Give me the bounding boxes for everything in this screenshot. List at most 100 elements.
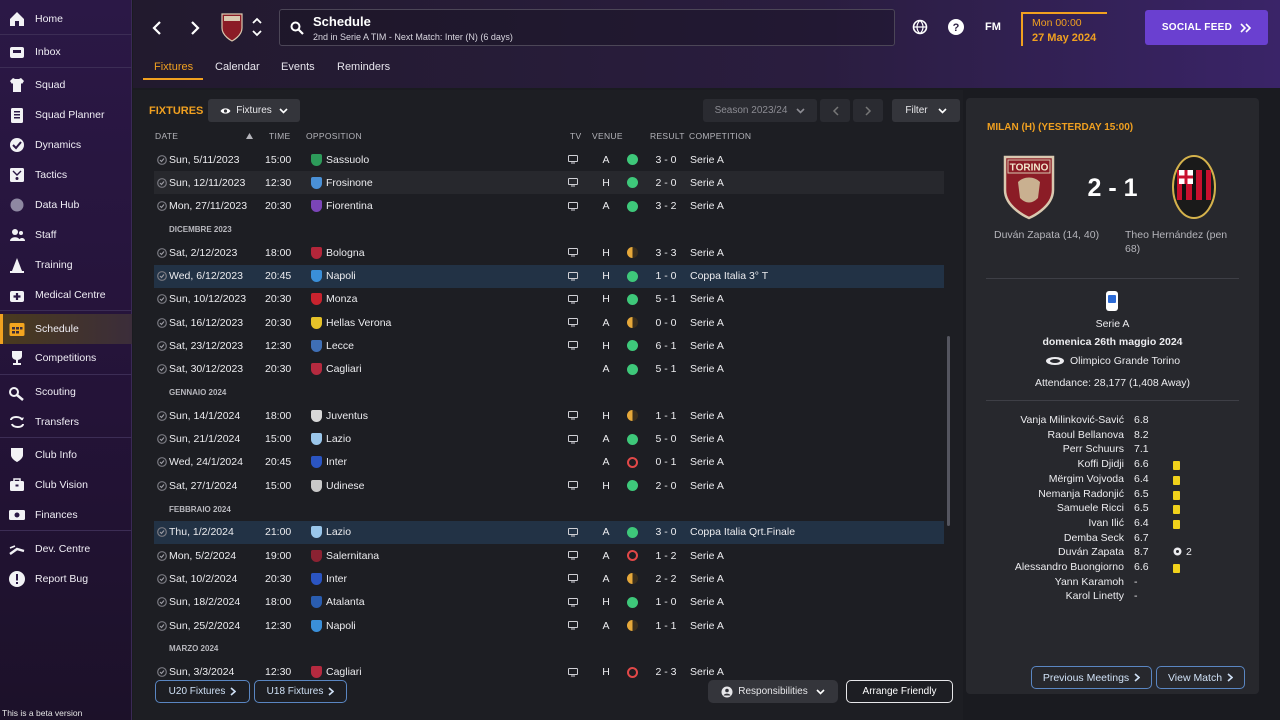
fixture-competition[interactable]: Serie A [690, 334, 724, 357]
fixture-competition[interactable]: Coppa Italia 3° T [690, 265, 768, 288]
sidebar-item-scouting[interactable]: Scouting [0, 378, 132, 406]
season-prev-button[interactable] [820, 99, 850, 122]
sidebar-item-staff[interactable]: Staff [0, 221, 132, 249]
fixture-row[interactable]: Sat, 2/12/2023 18:00 Bologna H 3 - 3 Serie A [154, 241, 944, 264]
fixture-row[interactable]: Sat, 10/2/2024 20:30 Inter A 2 - 2 Serie A [154, 567, 944, 590]
fixture-competition[interactable]: Serie A [690, 358, 724, 381]
fixture-row[interactable]: Thu, 1/2/2024 21:00 Lazio A 3 - 0 Coppa Itali… [154, 520, 944, 544]
sidebar-item-transfers[interactable]: Transfers [0, 408, 132, 436]
arrange-friendly-button[interactable]: Arrange Friendly [846, 680, 953, 703]
forward-button[interactable] [185, 16, 205, 40]
opponent-name[interactable]: Lecce [326, 334, 354, 357]
fixture-row[interactable]: Wed, 24/1/2024 20:45 Inter A 0 - 1 Serie A [154, 451, 944, 474]
season-dropdown[interactable]: Season 2023/24 [703, 99, 817, 122]
fixture-row[interactable]: Sun, 18/2/2024 18:00 Atalanta H 1 - 0 Serie A [154, 591, 944, 614]
fixture-result[interactable]: 3 - 0 [651, 148, 681, 171]
fixture-result[interactable]: 5 - 1 [651, 358, 681, 381]
player-name[interactable]: Demba Seck [966, 532, 1124, 544]
player-name[interactable]: Duván Zapata [966, 546, 1124, 558]
fixture-row[interactable]: Sun, 3/3/2024 12:30 Cagliari H 2 - 3 Serie A [154, 661, 944, 678]
fixture-result[interactable]: 1 - 0 [651, 591, 681, 614]
sidebar-item-schedule[interactable]: Schedule [0, 314, 132, 344]
opponent-name[interactable]: Cagliari [326, 358, 362, 381]
player-name[interactable]: Koffi Djidji [966, 458, 1125, 470]
u20-fixtures-button[interactable]: U20 Fixtures [155, 680, 250, 703]
opponent-name[interactable]: Juventus [326, 404, 368, 427]
season-next-button[interactable] [853, 99, 883, 122]
view-match-button[interactable]: View Match [1156, 666, 1245, 689]
tab-events[interactable]: Events [281, 61, 315, 73]
fixture-row[interactable]: Sun, 5/11/2023 15:00 Sassuolo A 3 - 0 Serie A [154, 148, 944, 171]
club-switch-button[interactable] [251, 14, 263, 40]
sidebar-item-competitions[interactable]: Competitions [0, 344, 132, 372]
fixture-row[interactable]: Sun, 25/2/2024 12:30 Napoli A 1 - 1 Serie A [154, 614, 944, 637]
fixture-row[interactable]: Mon, 27/11/2023 20:30 Fiorentina A 3 - 2 Seri… [154, 195, 944, 218]
fixture-competition[interactable]: Serie A [690, 451, 724, 474]
col-result[interactable]: RESULT [650, 131, 685, 141]
fixture-result[interactable]: 5 - 1 [651, 288, 681, 311]
col-date[interactable]: DATE [155, 131, 178, 141]
opponent-name[interactable]: Cagliari [326, 661, 362, 678]
opponent-name[interactable]: Inter [326, 451, 347, 474]
social-feed-button[interactable]: SOCIAL FEED [1145, 10, 1268, 45]
opponent-name[interactable]: Lazio [326, 428, 351, 451]
fixture-result[interactable]: 2 - 3 [651, 661, 681, 678]
sidebar-item-report-bug[interactable]: Report Bug [0, 565, 132, 593]
sidebar-item-club-info[interactable]: Club Info [0, 441, 132, 469]
player-name[interactable]: Raoul Bellanova [966, 429, 1124, 441]
opponent-name[interactable]: Frosinone [326, 171, 373, 194]
sidebar-item-training[interactable]: Training [0, 251, 132, 279]
fixture-row[interactable]: Sat, 23/12/2023 12:30 Lecce H 6 - 1 Serie A [154, 334, 944, 357]
club-crest-button[interactable] [219, 11, 245, 43]
fixture-result[interactable]: 3 - 2 [651, 195, 681, 218]
fixture-row[interactable]: Sat, 27/1/2024 15:00 Udinese H 2 - 0 Serie A [154, 474, 944, 497]
tab-calendar[interactable]: Calendar [215, 61, 260, 73]
fixture-competition[interactable]: Serie A [690, 428, 724, 451]
fixture-result[interactable]: 6 - 1 [651, 334, 681, 357]
back-button[interactable] [147, 16, 167, 40]
sidebar-item-club-vision[interactable]: Club Vision [0, 471, 132, 499]
fixture-row[interactable]: Sat, 30/12/2023 20:30 Cagliari A 5 - 1 Serie … [154, 358, 944, 381]
responsibilities-button[interactable]: Responsibilities [708, 680, 838, 703]
sidebar-item-inbox[interactable]: Inbox [0, 38, 132, 66]
sidebar-item-dynamics[interactable]: Dynamics [0, 131, 132, 159]
fixture-row[interactable]: Sun, 21/1/2024 15:00 Lazio A 5 - 0 Serie A [154, 428, 944, 451]
help-button[interactable]: ? [946, 17, 966, 37]
fixture-row[interactable]: Sat, 16/12/2023 20:30 Hellas Verona A 0 - 0 S… [154, 311, 944, 334]
player-name[interactable]: Alessandro Buongiorno [966, 561, 1124, 573]
player-name[interactable]: Yann Karamoh [966, 576, 1124, 588]
fixture-result[interactable]: 5 - 0 [651, 428, 681, 451]
previous-meetings-button[interactable]: Previous Meetings [1031, 666, 1152, 689]
fixture-competition[interactable]: Serie A [690, 148, 724, 171]
tab-reminders[interactable]: Reminders [337, 61, 390, 73]
fixture-competition[interactable]: Serie A [690, 404, 724, 427]
fixture-result[interactable]: 2 - 0 [651, 474, 681, 497]
fixture-row[interactable]: Sun, 14/1/2024 18:00 Juventus H 1 - 1 Serie A [154, 404, 944, 427]
fixture-competition[interactable]: Serie A [690, 311, 724, 334]
col-opposition[interactable]: OPPOSITION [306, 131, 362, 141]
sidebar-item-dev-centre[interactable]: Dev. Centre [0, 535, 132, 563]
fixture-result[interactable]: 2 - 2 [651, 567, 681, 590]
opponent-name[interactable]: Atalanta [326, 591, 365, 614]
fixture-result[interactable]: 1 - 1 [651, 404, 681, 427]
fixture-result[interactable]: 0 - 0 [651, 311, 681, 334]
fixture-competition[interactable]: Serie A [690, 288, 724, 311]
fixture-competition[interactable]: Serie A [690, 591, 724, 614]
sidebar-item-squad-planner[interactable]: Squad Planner [0, 101, 132, 129]
opponent-name[interactable]: Monza [326, 288, 358, 311]
u18-fixtures-button[interactable]: U18 Fixtures [254, 680, 347, 703]
col-competition[interactable]: COMPETITION [689, 131, 751, 141]
fixtures-table[interactable]: Sun, 5/11/2023 15:00 Sassuolo A 3 - 0 Serie A… [154, 146, 944, 678]
fixture-row[interactable]: Sun, 10/12/2023 20:30 Monza H 5 - 1 Serie A [154, 288, 944, 311]
fixture-competition[interactable]: Coppa Italia Qrt.Finale [690, 521, 795, 544]
player-name[interactable]: Karol Linetty [966, 590, 1124, 602]
sidebar-item-tactics[interactable]: Tactics [0, 161, 132, 189]
opponent-name[interactable]: Salernitana [326, 544, 379, 567]
opponent-name[interactable]: Udinese [326, 474, 365, 497]
opponent-name[interactable]: Fiorentina [326, 195, 373, 218]
fm-button[interactable]: FM [981, 17, 1005, 37]
sidebar-item-finances[interactable]: Finances [0, 501, 132, 529]
fixture-result[interactable]: 1 - 0 [651, 265, 681, 288]
player-name[interactable]: Nemanja Radonjić [966, 488, 1124, 500]
opponent-name[interactable]: Bologna [326, 241, 365, 264]
